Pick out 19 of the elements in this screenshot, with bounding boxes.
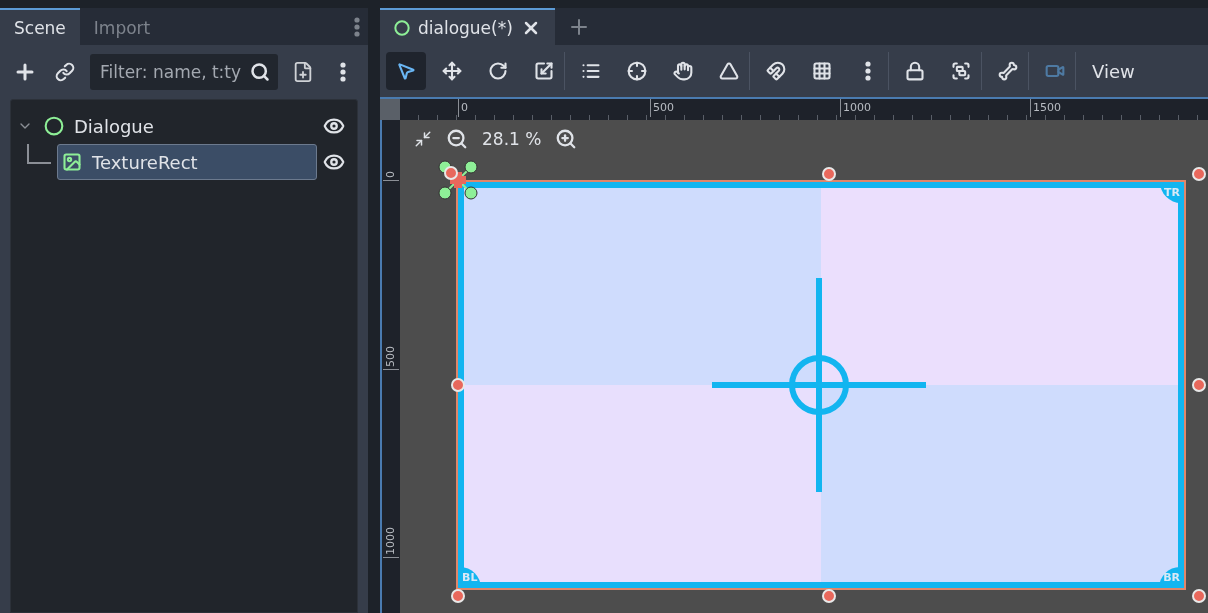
ruler-label: 500 xyxy=(650,99,674,117)
view-menu[interactable]: View xyxy=(1082,52,1145,90)
node-name: Dialogue xyxy=(74,115,154,137)
document-tab[interactable]: dialogue(*) xyxy=(380,8,555,45)
ruler-label: 1000 xyxy=(383,527,399,558)
ruler-label: 500 xyxy=(383,346,399,370)
tree-item[interactable]: Dialogue xyxy=(39,108,317,144)
ruler-label: 0 xyxy=(458,99,468,117)
ruler-label: 0 xyxy=(383,171,399,181)
filter-input[interactable]: Filter: name, t:ty xyxy=(98,61,248,83)
filter-field[interactable]: Filter: name, t:ty xyxy=(90,54,278,90)
dock-tab[interactable]: Scene xyxy=(0,8,80,45)
ruler-label: 1000 xyxy=(840,99,871,117)
tab-label: dialogue(*) xyxy=(418,17,513,38)
dock-tab[interactable]: Import xyxy=(79,8,165,45)
zoom-level: 28.1 % xyxy=(482,129,542,149)
node-name: TextureRect xyxy=(92,151,198,173)
tree-item[interactable]: TextureRect xyxy=(57,144,317,180)
ruler-label: 1500 xyxy=(1030,99,1061,117)
